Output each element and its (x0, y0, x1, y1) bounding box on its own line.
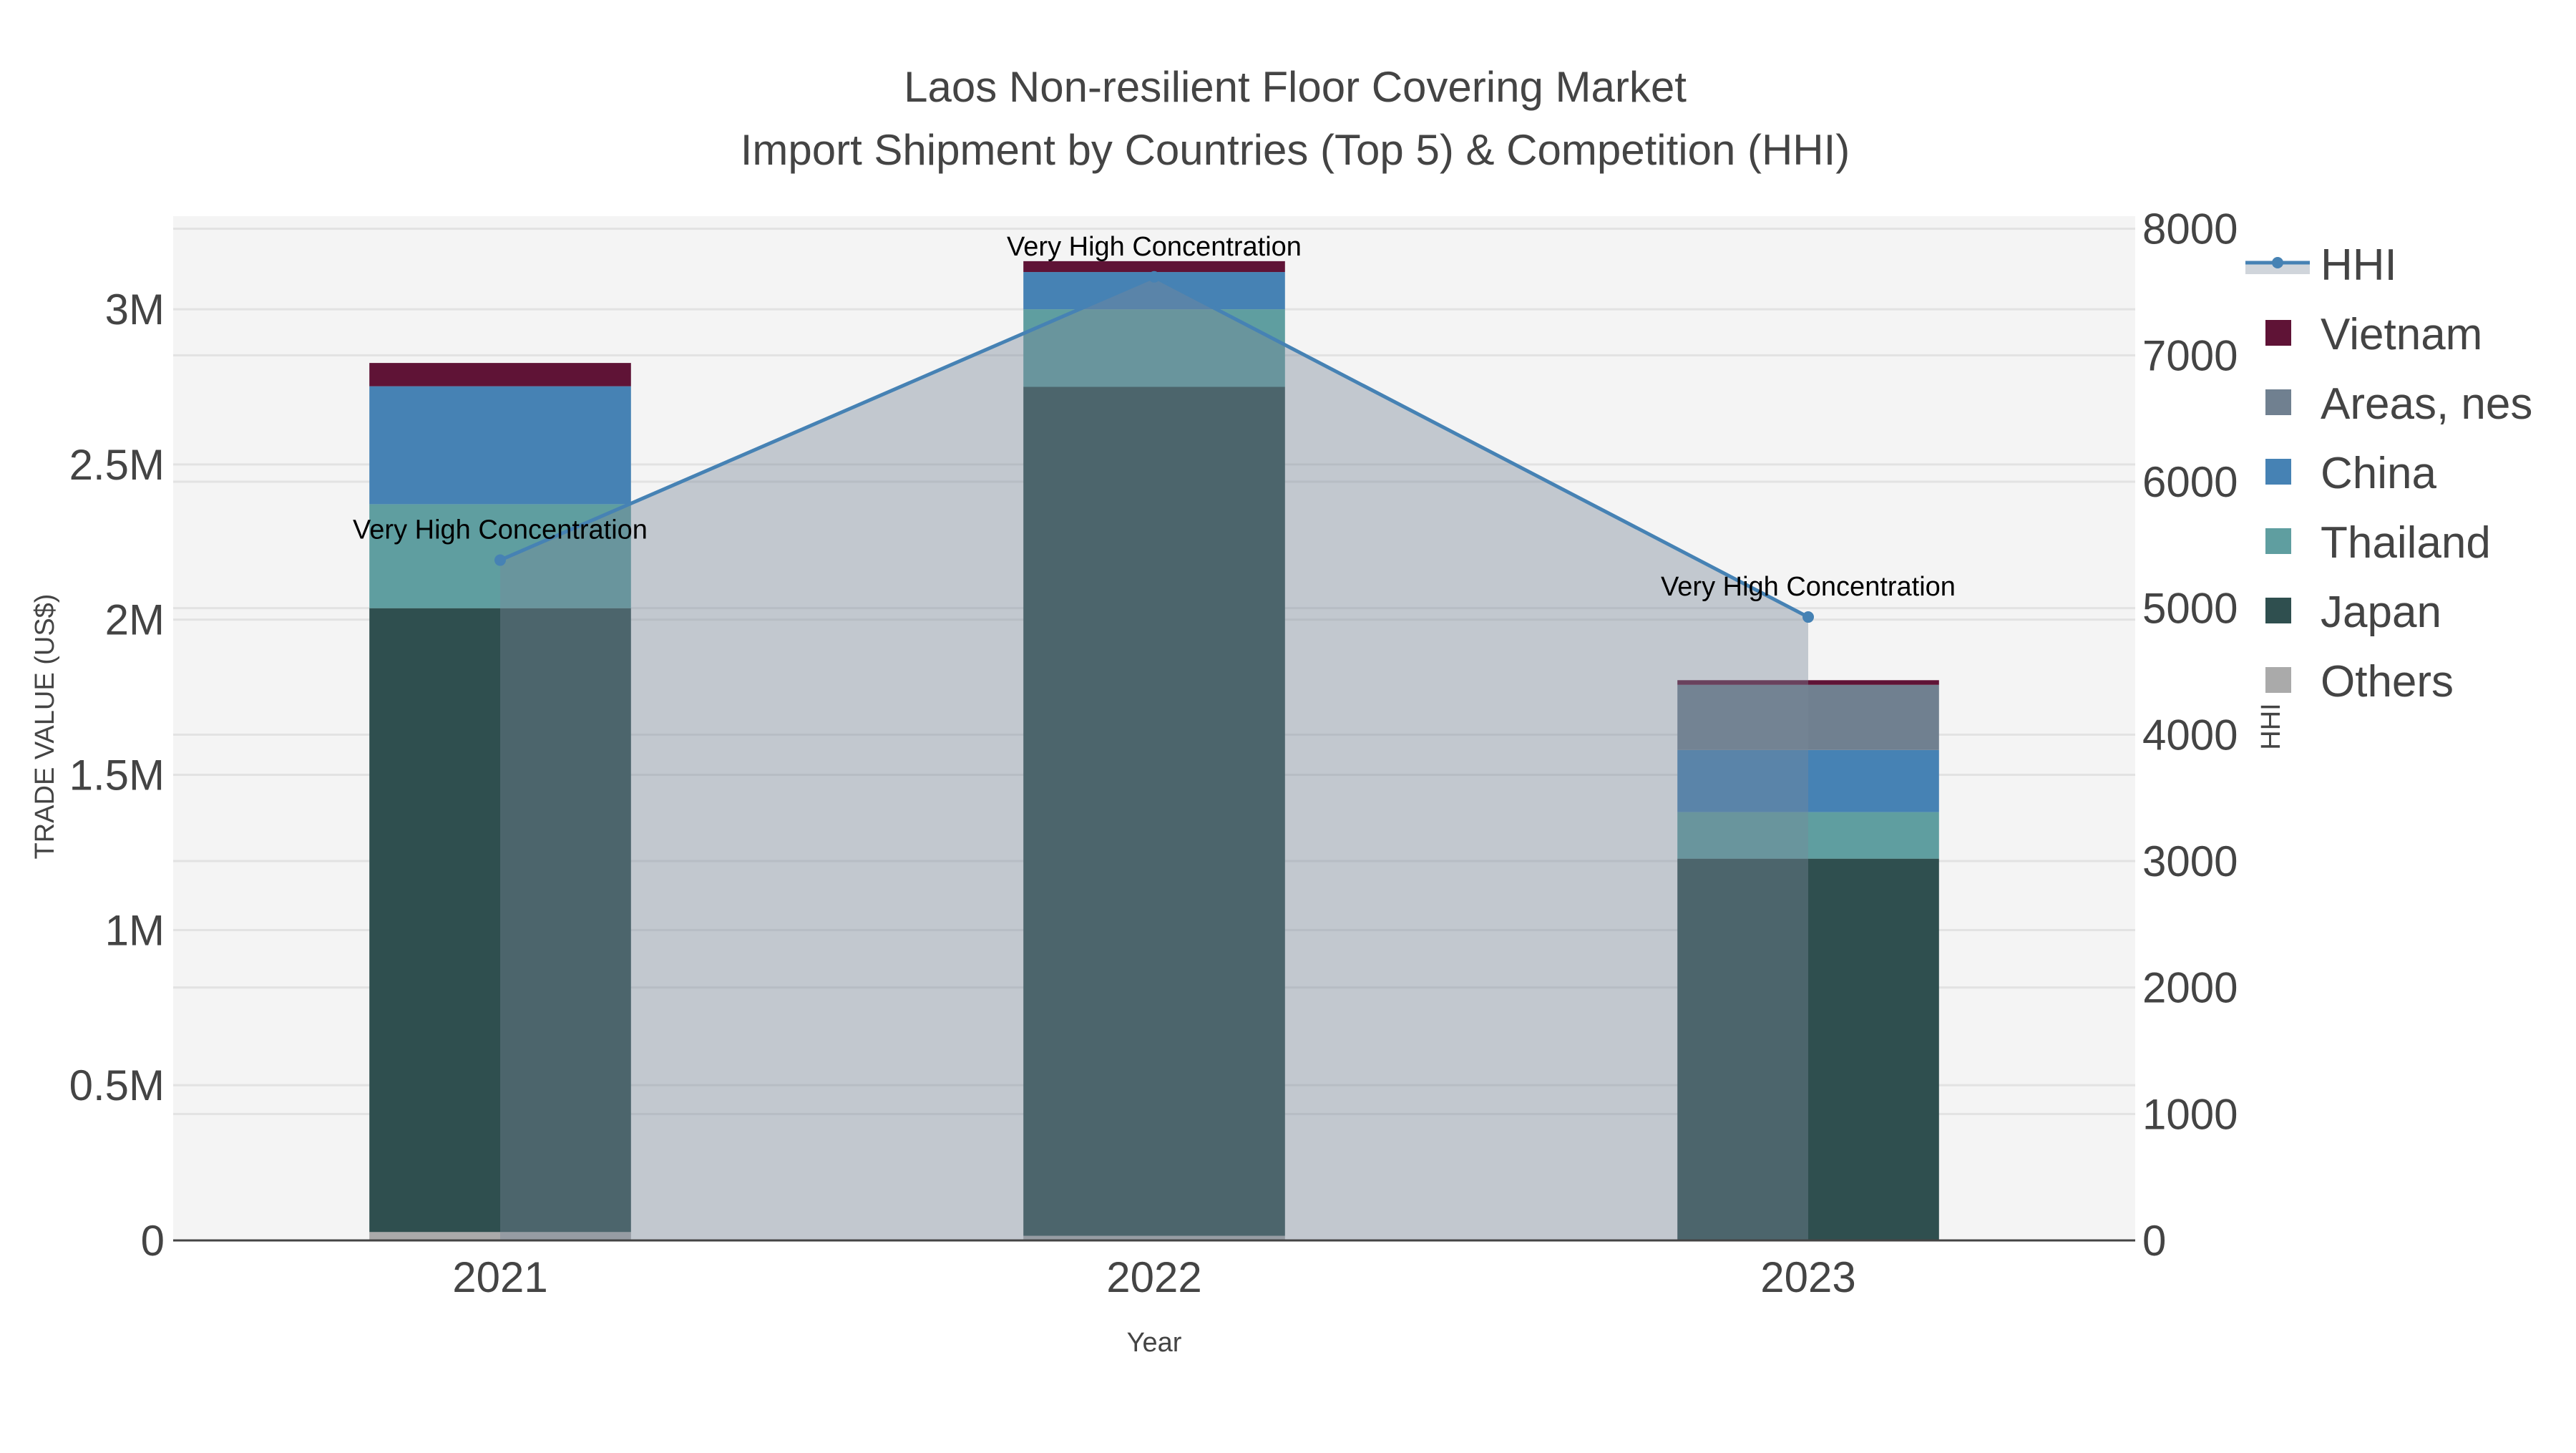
legend-item-hhi[interactable]: HHI (2245, 240, 2397, 290)
legend-label: Japan (2321, 588, 2441, 637)
y2-tick-label: 8000 (2142, 205, 2238, 253)
x-axis-ticks: 2021 2022 2023 (452, 1253, 1855, 1301)
legend-swatch (2265, 598, 2291, 623)
x-tick-label: 2023 (1760, 1253, 1855, 1301)
y2-axis-ticks: 0 1000 2000 3000 4000 5000 6000 7000 8000 (2142, 205, 2238, 1265)
bar-vietnam-2021[interactable] (369, 363, 631, 387)
y-tick-label: 2.5M (69, 441, 165, 489)
hhi-point-2021[interactable] (494, 554, 506, 566)
legend-swatch (2265, 459, 2291, 485)
chart-title: Laos Non-resilient Floor Covering Market (904, 63, 1687, 111)
y2-tick-label: 4000 (2142, 711, 2238, 759)
y-tick-label: 0.5M (69, 1061, 165, 1109)
y-axis-ticks: 0 0.5M 1M 1.5M 2M 2.5M 3M (69, 286, 165, 1265)
x-tick-label: 2022 (1106, 1253, 1201, 1301)
y-tick-label: 1.5M (69, 752, 165, 800)
y-tick-label: 0 (141, 1217, 165, 1265)
y2-tick-label: 3000 (2142, 837, 2238, 885)
legend-label: Vietnam (2321, 310, 2482, 359)
legend: HHI Vietnam Areas, nes China Thailand Japan Ot… (2245, 240, 2532, 706)
y-axis-title: TRADE VALUE (US$) (30, 594, 60, 860)
legend-marker (2272, 257, 2283, 268)
y-tick-label: 1M (105, 906, 165, 954)
legend-swatch (2265, 389, 2291, 415)
y2-tick-label: 2000 (2142, 964, 2238, 1012)
y-tick-label: 2M (105, 596, 165, 644)
legend-item-china[interactable]: China (2265, 449, 2437, 498)
y2-tick-label: 1000 (2142, 1090, 2238, 1138)
y-tick-label: 3M (105, 286, 165, 334)
x-axis-title: Year (1127, 1328, 1182, 1358)
hhi-point-2023[interactable] (1802, 611, 1814, 623)
hhi-annotation: Very High Concentration (353, 515, 648, 545)
legend-label: Others (2321, 657, 2454, 706)
legend-item-japan[interactable]: Japan (2265, 588, 2441, 637)
chart-subtitle: Import Shipment by Countries (Top 5) & C… (741, 126, 1850, 174)
legend-swatch (2265, 528, 2291, 554)
legend-swatch (2265, 320, 2291, 346)
legend-label: Thailand (2321, 518, 2491, 568)
legend-item-vietnam[interactable]: Vietnam (2265, 310, 2482, 359)
y2-tick-label: 6000 (2142, 458, 2238, 506)
y2-axis-title: HHI (2256, 703, 2286, 749)
legend-label: China (2321, 449, 2437, 498)
legend-label: Areas, nes (2321, 379, 2532, 429)
bar-vietnam-2022[interactable] (1023, 261, 1285, 273)
legend-swatch (2265, 667, 2291, 693)
chart: Very High Concentration Very High Concent… (30, 63, 2532, 1358)
y2-tick-label: 5000 (2142, 585, 2238, 633)
x-tick-label: 2021 (452, 1253, 547, 1301)
hhi-annotation: Very High Concentration (1007, 232, 1302, 262)
y2-tick-label: 7000 (2142, 331, 2238, 379)
legend-item-areas-nes[interactable]: Areas, nes (2265, 379, 2532, 429)
legend-item-thailand[interactable]: Thailand (2265, 518, 2491, 568)
legend-label: HHI (2321, 240, 2397, 290)
hhi-point-2022[interactable] (1148, 271, 1160, 283)
bar-china-2021[interactable] (369, 386, 631, 505)
y2-tick-label: 0 (2142, 1217, 2166, 1265)
legend-item-others[interactable]: Others (2265, 657, 2454, 706)
hhi-annotation: Very High Concentration (1661, 572, 1956, 602)
